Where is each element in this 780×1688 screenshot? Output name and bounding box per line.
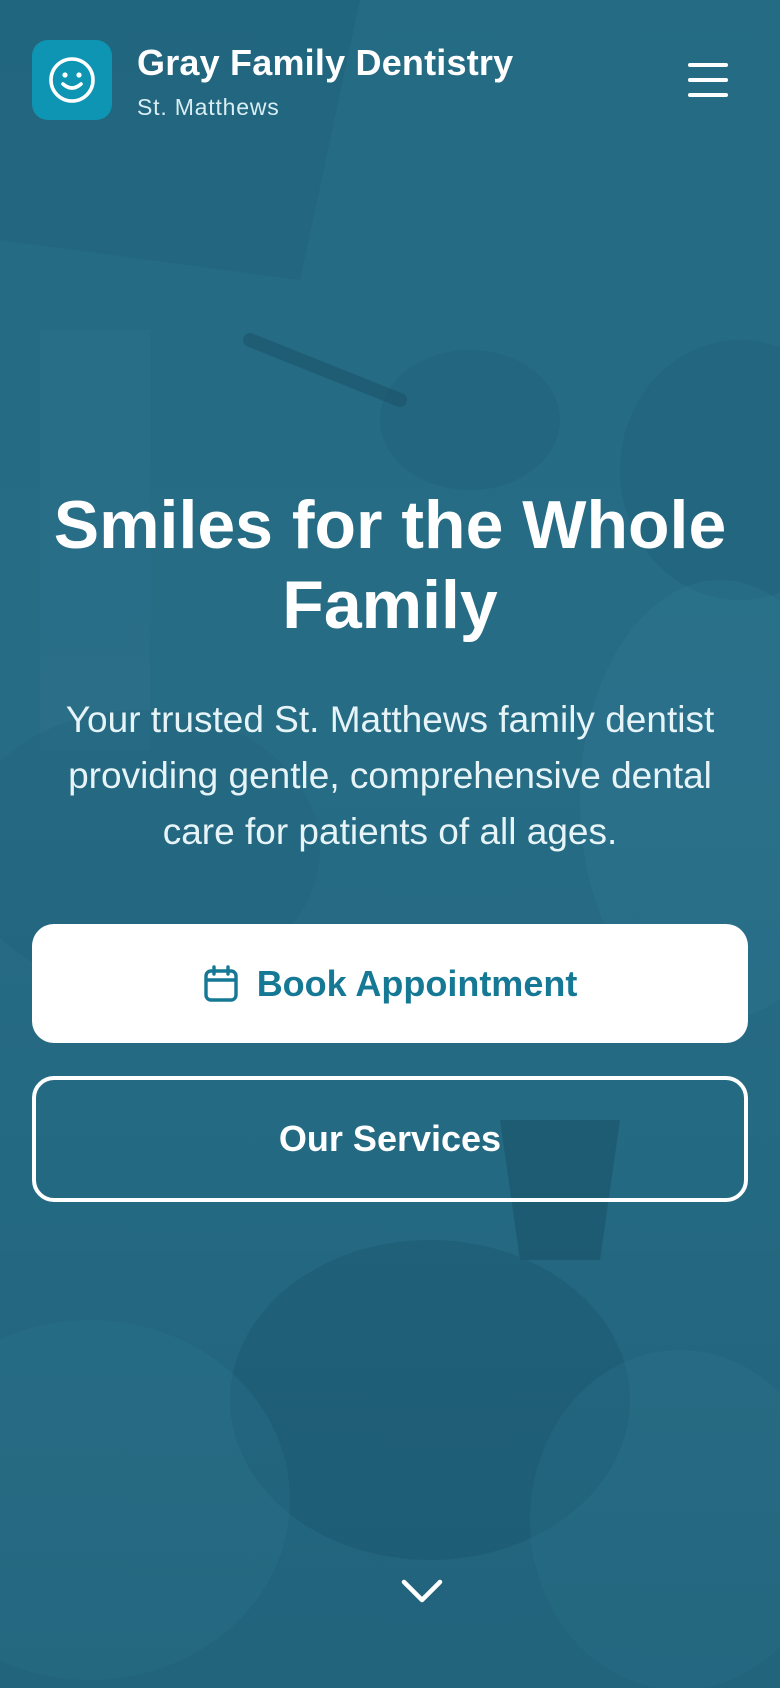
site-header: Gray Family Dentistry St. Matthews	[0, 0, 780, 160]
hero-headline: Smiles for the Whole Family	[53, 487, 727, 643]
scroll-down-button[interactable]	[398, 1570, 446, 1612]
calendar-icon	[203, 964, 238, 1002]
our-services-button[interactable]: Our Services	[32, 1076, 748, 1202]
chevron-down-icon	[401, 1579, 443, 1603]
book-appointment-label: Book Appointment	[256, 962, 578, 1004]
smile-icon	[49, 57, 95, 103]
hero-description: Your trusted St. Matthews family dentist…	[65, 699, 715, 852]
our-services-label: Our Services	[278, 1118, 502, 1159]
practice-location: St. Matthews	[137, 94, 280, 120]
practice-name[interactable]: Gray Family Dentistry	[137, 42, 513, 84]
book-appointment-button[interactable]: Book Appointment	[32, 924, 748, 1043]
hamburger-menu-icon	[688, 63, 728, 97]
hero-section: Gray Family Dentistry St. Matthews Smile…	[0, 0, 780, 1688]
logo-link[interactable]	[32, 40, 112, 120]
menu-button[interactable]	[682, 56, 734, 104]
